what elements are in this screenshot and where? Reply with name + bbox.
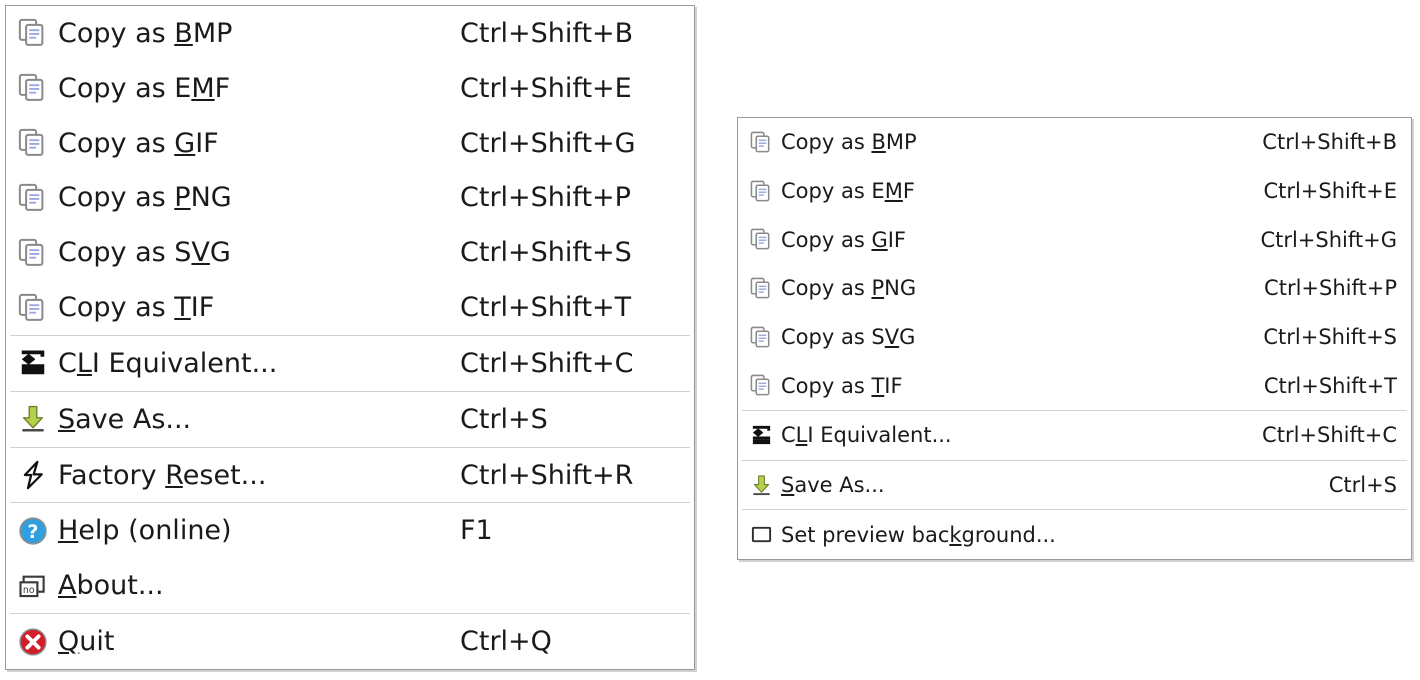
menu-item-copy-as-svg[interactable]: Copy as SVG Ctrl+Shift+S: [738, 313, 1411, 362]
menu-item-label: Help (online): [58, 515, 232, 547]
menu-item-copy-as-emf[interactable]: Copy as EMF Ctrl+Shift+E: [738, 167, 1411, 216]
menu-item-label: Quit: [58, 626, 115, 658]
menu-item-about[interactable]: no About...: [6, 558, 694, 613]
menu-item-copy-as-png[interactable]: Copy as PNG Ctrl+Shift+P: [6, 170, 694, 225]
menu-item-list: Copy as BMP Ctrl+Shift+B Copy as EMF Ctrl+…: [6, 6, 694, 669]
save-download-icon: [16, 403, 50, 435]
menu-item-cli-equivalent[interactable]: CLI Equivalent... Ctrl+Shift+C: [738, 411, 1411, 460]
menu-item-label: Copy as TIF: [781, 373, 903, 398]
menu-item-shortcut: Ctrl+Shift+B: [460, 17, 634, 49]
menu-item-shortcut: Ctrl+Shift+P: [460, 182, 631, 214]
copy-icon: [16, 237, 50, 269]
copy-icon: [748, 130, 774, 154]
menu-item-save-as[interactable]: Save As... Ctrl+S: [738, 461, 1411, 510]
svg-text:?: ?: [28, 522, 39, 543]
copy-icon: [748, 276, 774, 300]
menu-item-label: Copy as EMF: [58, 72, 231, 104]
menu-item-shortcut: Ctrl+Shift+E: [460, 72, 632, 104]
copy-icon: [748, 374, 774, 398]
menu-item-label: CLI Equivalent...: [781, 423, 952, 448]
menu-item-label: Copy as SVG: [58, 237, 231, 269]
copy-icon: [748, 228, 774, 252]
menu-item-copy-as-gif[interactable]: Copy as GIF Ctrl+Shift+G: [738, 215, 1411, 264]
cli-terminal-icon: [16, 347, 50, 379]
copy-icon: [748, 179, 774, 203]
menu-item-shortcut: Ctrl+Shift+S: [1263, 325, 1397, 350]
menu-item-label: Copy as BMP: [58, 17, 233, 49]
menu-item-copy-as-tif[interactable]: Copy as TIF Ctrl+Shift+T: [6, 280, 694, 335]
menu-item-shortcut: Ctrl+Shift+B: [1262, 130, 1397, 155]
save-download-icon: [748, 473, 774, 497]
menu-item-factory-reset[interactable]: Factory Reset... Ctrl+Shift+R: [6, 448, 694, 503]
application-context-menu-full[interactable]: Copy as BMP Ctrl+Shift+B Copy as EMF Ctrl+…: [5, 5, 695, 670]
about-window-icon: no: [16, 570, 50, 602]
menu-item-shortcut: Ctrl+S: [460, 403, 548, 435]
menu-item-label: Copy as GIF: [781, 227, 906, 252]
menu-item-shortcut: Ctrl+Shift+C: [1262, 423, 1397, 448]
menu-item-label: Copy as PNG: [781, 276, 917, 301]
menu-item-label: Copy as TIF: [58, 292, 215, 324]
preview-context-menu-compact[interactable]: Copy as BMP Ctrl+Shift+B Copy as EMF Ctrl+…: [737, 117, 1412, 560]
menu-item-copy-as-emf[interactable]: Copy as EMF Ctrl+Shift+E: [6, 61, 694, 116]
square-outline-icon: [748, 523, 774, 547]
menu-item-copy-as-bmp[interactable]: Copy as BMP Ctrl+Shift+B: [738, 118, 1411, 167]
menu-item-label: CLI Equivalent...: [58, 347, 278, 379]
menu-item-shortcut: Ctrl+Shift+R: [460, 459, 634, 491]
menu-item-label: Copy as GIF: [58, 127, 219, 159]
menu-item-shortcut: Ctrl+Shift+S: [460, 237, 632, 269]
screenshot-stage: Copy as BMP Ctrl+Shift+B Copy as EMF Ctrl+…: [0, 0, 1420, 680]
menu-item-label: Copy as SVG: [781, 325, 916, 350]
menu-item-shortcut: Ctrl+Shift+T: [460, 292, 632, 324]
menu-item-copy-as-tif[interactable]: Copy as TIF Ctrl+Shift+T: [738, 361, 1411, 410]
menu-item-shortcut: Ctrl+Shift+T: [1263, 373, 1397, 398]
menu-item-label: About...: [58, 570, 164, 602]
menu-item-shortcut: Ctrl+Shift+C: [460, 347, 634, 379]
help-circle-icon: ?: [16, 515, 50, 547]
menu-item-label: Save As...: [781, 473, 885, 498]
menu-item-label: Set preview background...: [781, 522, 1056, 547]
menu-item-shortcut: Ctrl+Q: [460, 626, 552, 658]
copy-icon: [748, 325, 774, 349]
menu-item-shortcut: Ctrl+S: [1328, 473, 1397, 498]
menu-item-label: Save As...: [58, 403, 192, 435]
menu-item-shortcut: Ctrl+Shift+E: [1263, 179, 1397, 203]
menu-item-copy-as-gif[interactable]: Copy as GIF Ctrl+Shift+G: [6, 116, 694, 171]
menu-item-label: Factory Reset...: [58, 459, 267, 491]
cli-terminal-icon: [748, 423, 774, 447]
menu-item-save-as[interactable]: Save As... Ctrl+S: [6, 392, 694, 447]
menu-item-set-preview-background[interactable]: Set preview background...: [738, 510, 1411, 559]
menu-item-label: Copy as BMP: [781, 130, 917, 155]
copy-icon: [16, 17, 50, 49]
menu-item-copy-as-png[interactable]: Copy as PNG Ctrl+Shift+P: [738, 264, 1411, 313]
menu-item-help-online[interactable]: ? Help (online) F1: [6, 503, 694, 558]
menu-item-label: Copy as PNG: [58, 182, 232, 214]
copy-icon: [16, 72, 50, 104]
menu-item-shortcut: Ctrl+Shift+G: [460, 127, 636, 159]
menu-item-copy-as-bmp[interactable]: Copy as BMP Ctrl+Shift+B: [6, 6, 694, 61]
menu-item-shortcut: Ctrl+Shift+G: [1260, 227, 1397, 252]
menu-item-cli-equivalent[interactable]: CLI Equivalent... Ctrl+Shift+C: [6, 336, 694, 391]
menu-item-copy-as-svg[interactable]: Copy as SVG Ctrl+Shift+S: [6, 225, 694, 280]
copy-icon: [16, 127, 50, 159]
menu-item-quit[interactable]: Quit Ctrl+Q: [6, 614, 694, 669]
menu-item-label: Copy as EMF: [781, 179, 915, 203]
menu-item-shortcut: F1: [460, 515, 493, 547]
copy-icon: [16, 182, 50, 214]
svg-text:no: no: [23, 585, 35, 596]
menu-item-shortcut: Ctrl+Shift+P: [1264, 276, 1397, 301]
menu-item-list: Copy as BMP Ctrl+Shift+B Copy as EMF Ctrl+…: [738, 118, 1411, 559]
quit-circle-icon: [16, 626, 50, 658]
copy-icon: [16, 292, 50, 324]
lightning-bolt-icon: [16, 459, 50, 491]
